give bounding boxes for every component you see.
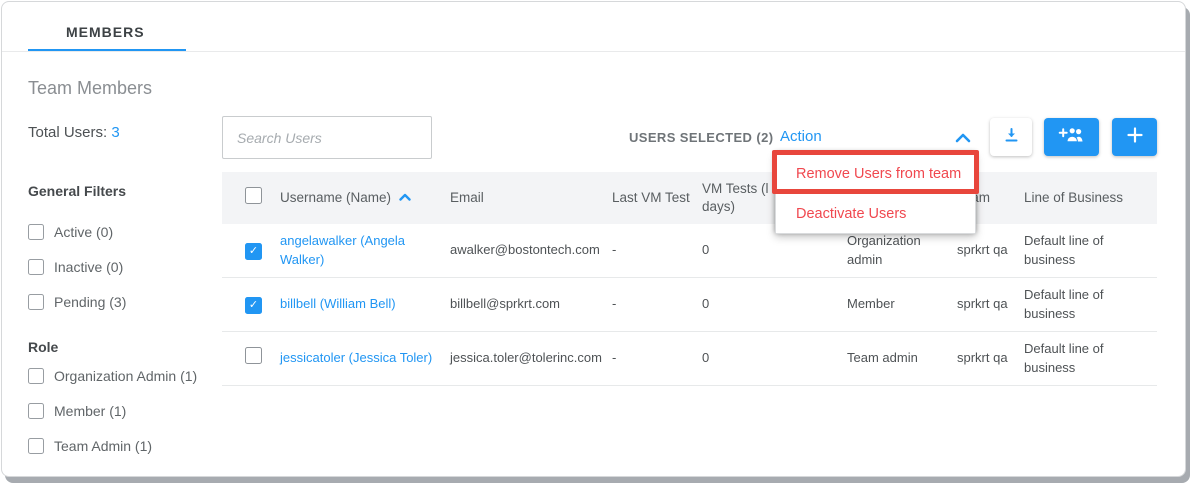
sort-ascending-icon[interactable] — [399, 188, 411, 206]
filter-organization-admin[interactable]: Organization Admin (1) — [28, 368, 197, 384]
members-table: Username (Name) Email Last VM Test VM Te… — [222, 172, 1157, 386]
add-users-icon — [1058, 126, 1085, 149]
checkbox[interactable] — [28, 438, 44, 454]
line-of-business-cell: Default line of business — [1024, 332, 1157, 386]
email-cell: jessica.toler@tolerinc.com — [450, 332, 612, 386]
line-of-business-cell: Default line of business — [1024, 278, 1157, 332]
action-dropdown-menu: Remove Users from team Deactivate Users — [775, 153, 976, 234]
user-link[interactable]: angelawalker (Angela Walker) — [280, 233, 405, 266]
row-checkbox[interactable] — [245, 347, 262, 364]
email-cell: billbell@sprkrt.com — [450, 278, 612, 332]
checkbox[interactable] — [28, 224, 44, 240]
vm-tests-cell: 0 — [702, 278, 847, 332]
chevron-up-icon[interactable] — [955, 130, 971, 148]
filter-active[interactable]: Active (0) — [28, 224, 113, 240]
add-member-button[interactable] — [1112, 118, 1157, 156]
checkbox[interactable] — [28, 294, 44, 310]
total-users-count: 3 — [111, 124, 119, 141]
add-users-button[interactable] — [1044, 118, 1099, 156]
general-filters-title: General Filters — [28, 183, 126, 199]
action-dropdown-trigger[interactable]: Action — [780, 128, 822, 145]
team-cell: sprkrt qa — [957, 278, 1024, 332]
checkbox[interactable] — [28, 259, 44, 275]
filter-pending[interactable]: Pending (3) — [28, 294, 126, 310]
role-cell: Member — [847, 278, 957, 332]
table-row: jessicatoler (Jessica Toler) jessica.tol… — [222, 332, 1157, 386]
filter-member[interactable]: Member (1) — [28, 403, 126, 419]
user-link[interactable]: billbell (William Bell) — [280, 296, 396, 311]
tab-members[interactable]: MEMBERS — [66, 24, 145, 40]
filter-inactive[interactable]: Inactive (0) — [28, 259, 123, 275]
download-icon — [1003, 127, 1020, 148]
last-vm-test-cell: - — [612, 224, 702, 278]
filter-team-admin[interactable]: Team Admin (1) — [28, 438, 152, 454]
total-users: Total Users: 3 — [28, 124, 120, 141]
header-last-vm-test: Last VM Test — [612, 172, 702, 224]
role-cell: Team admin — [847, 332, 957, 386]
users-selected-label: USERS SELECTED (2) — [629, 130, 773, 145]
table-row: angelawalker (Angela Walker) awalker@bos… — [222, 224, 1157, 278]
last-vm-test-cell: - — [612, 332, 702, 386]
header-username[interactable]: Username (Name) — [280, 172, 450, 224]
header-email: Email — [450, 172, 612, 224]
email-cell: awalker@bostontech.com — [450, 224, 612, 278]
user-link[interactable]: jessicatoler (Jessica Toler) — [280, 350, 432, 365]
checkbox[interactable] — [28, 403, 44, 419]
row-checkbox[interactable] — [245, 243, 262, 260]
plus-icon — [1127, 127, 1143, 148]
table-header-row: Username (Name) Email Last VM Test VM Te… — [222, 172, 1157, 224]
vm-tests-cell: 0 — [702, 332, 847, 386]
table-row: billbell (William Bell) billbell@sprkrt.… — [222, 278, 1157, 332]
search-users-input[interactable] — [223, 117, 459, 158]
search-users-box — [222, 116, 432, 159]
header-line-of-business: Line of Business — [1024, 172, 1157, 224]
download-users-button[interactable] — [990, 118, 1032, 156]
team-cell: sprkrt qa — [957, 332, 1024, 386]
menu-item-deactivate-users[interactable]: Deactivate Users — [776, 193, 975, 233]
page-title: Team Members — [28, 78, 152, 99]
last-vm-test-cell: - — [612, 278, 702, 332]
role-filters-title: Role — [28, 339, 58, 355]
menu-item-remove-users[interactable]: Remove Users from team — [776, 154, 975, 193]
row-checkbox[interactable] — [245, 297, 262, 314]
select-all-checkbox[interactable] — [245, 187, 262, 204]
tabbar-divider — [2, 51, 1185, 52]
members-panel: MEMBERS Team Members Total Users: 3 Gene… — [1, 1, 1186, 477]
checkbox[interactable] — [28, 368, 44, 384]
line-of-business-cell: Default line of business — [1024, 224, 1157, 278]
